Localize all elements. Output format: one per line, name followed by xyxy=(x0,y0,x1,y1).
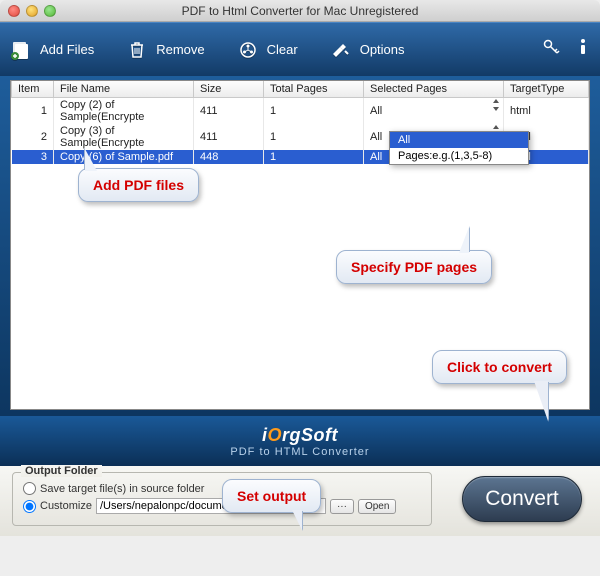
info-icon[interactable] xyxy=(576,38,590,61)
add-files-icon xyxy=(10,39,32,61)
col-target-type[interactable]: TargetType xyxy=(504,81,589,98)
selected-pages-dropdown[interactable]: All Pages:e.g.(1,3,5-8) xyxy=(389,131,529,165)
clear-icon xyxy=(237,39,259,61)
callout-specify-pages: Specify PDF pages xyxy=(336,250,492,284)
col-item[interactable]: Item xyxy=(12,81,54,98)
browse-button[interactable]: ··· xyxy=(330,499,354,514)
add-files-button[interactable]: Add Files xyxy=(10,39,94,61)
stepper-icon[interactable] xyxy=(491,99,501,111)
callout-add-files: Add PDF files xyxy=(78,168,199,202)
callout-set-output: Set output xyxy=(222,479,321,513)
brand-subtitle: PDF to HTML Converter xyxy=(230,446,369,458)
open-button[interactable]: Open xyxy=(358,499,396,514)
window-title: PDF to Html Converter for Mac Unregister… xyxy=(0,4,600,18)
key-icon[interactable] xyxy=(542,38,560,61)
brand-strip: iOrgSoft PDF to HTML Converter xyxy=(0,416,600,466)
brand-logo: iOrgSoft xyxy=(262,425,338,446)
titlebar: PDF to Html Converter for Mac Unregister… xyxy=(0,0,600,22)
col-total-pages[interactable]: Total Pages xyxy=(264,81,364,98)
callout-convert: Click to convert xyxy=(432,350,567,384)
toolbar: Add Files Remove Clear Options xyxy=(0,22,600,76)
trash-icon xyxy=(126,39,148,61)
output-folder-title: Output Folder xyxy=(21,465,102,477)
remove-label: Remove xyxy=(156,42,204,57)
col-file-name[interactable]: File Name xyxy=(54,81,194,98)
save-source-label: Save target file(s) in source folder xyxy=(40,483,204,495)
customize-radio[interactable] xyxy=(23,500,36,513)
col-size[interactable]: Size xyxy=(194,81,264,98)
options-button[interactable]: Options xyxy=(330,39,405,61)
remove-button[interactable]: Remove xyxy=(126,39,204,61)
save-source-radio[interactable] xyxy=(23,482,36,495)
table-row[interactable]: 1 Copy (2) of Sample(Encrypte 411 1 All … xyxy=(12,98,589,125)
options-icon xyxy=(330,39,352,61)
convert-button[interactable]: Convert xyxy=(462,476,582,522)
col-selected-pages[interactable]: Selected Pages xyxy=(364,81,504,98)
dropdown-option-all[interactable]: All xyxy=(390,132,528,148)
clear-label: Clear xyxy=(267,42,298,57)
customize-label: Customize xyxy=(40,500,92,512)
clear-button[interactable]: Clear xyxy=(237,39,298,61)
options-label: Options xyxy=(360,42,405,57)
dropdown-option-pages[interactable]: Pages:e.g.(1,3,5-8) xyxy=(390,148,528,164)
add-files-label: Add Files xyxy=(40,42,94,57)
